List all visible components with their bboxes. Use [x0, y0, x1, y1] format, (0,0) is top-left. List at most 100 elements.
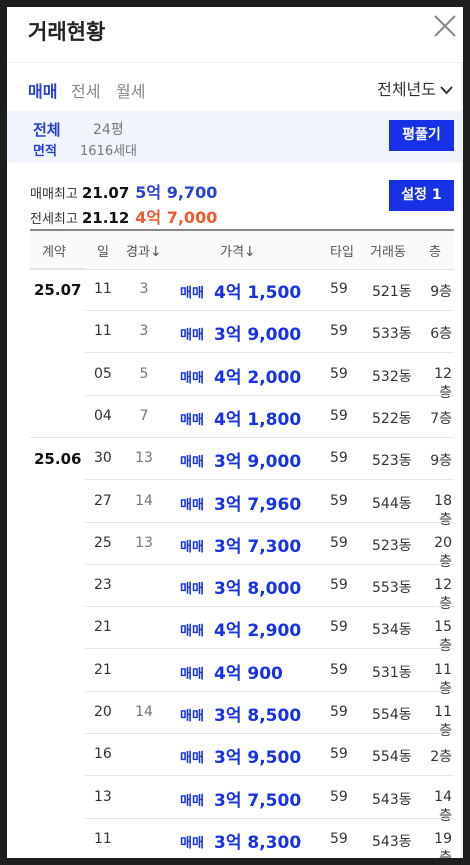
- type-cell: 59: [330, 450, 348, 467]
- sale-high-row: 매매최고 21.07 5억 9,700: [30, 179, 217, 203]
- day-cell: 13: [94, 788, 112, 805]
- sale-high-label: 매매최고: [30, 187, 78, 202]
- dong-cell: 523동: [372, 537, 412, 554]
- type-cell: 59: [330, 577, 348, 594]
- jeonse-high-row: 전세최고 21.12 4억 7,000: [30, 204, 217, 228]
- deal-type-cell: 매매: [180, 539, 204, 555]
- panel-title: 거래현황: [28, 20, 106, 44]
- table-row[interactable]: 11 매매 3억 8,300 59 543동 19층: [30, 819, 454, 858]
- price-cell: 4억 900: [214, 663, 283, 684]
- elapsed-cell: 14: [135, 492, 153, 509]
- price-cell: 4억 2,000: [214, 367, 302, 388]
- dong-cell: 532동: [372, 368, 412, 385]
- elapsed-cell: 13: [135, 534, 153, 551]
- type-cell: 59: [330, 365, 348, 382]
- table-row[interactable]: 11 3 매매 3억 9,000 59 533동 6층: [30, 311, 454, 354]
- area-households: 1616세대: [80, 144, 138, 159]
- header-elapsed[interactable]: 경과↓: [126, 241, 162, 260]
- floor-cell: 2층: [430, 749, 452, 766]
- tab-jeonse[interactable]: 전세: [71, 78, 100, 102]
- table-row[interactable]: 23 매매 3억 8,000 59 553동 12층: [30, 565, 454, 612]
- floor-cell: 9층: [430, 284, 452, 300]
- deal-type-tabs: 매매 전세 월세 전체년도: [7, 71, 463, 107]
- year-select-label: 전체년도: [377, 80, 436, 99]
- dong-cell: 531동: [372, 664, 412, 681]
- day-cell: 27: [94, 492, 112, 509]
- day-cell: 30: [94, 450, 112, 467]
- table-row[interactable]: 13 매매 3억 7,500 59 543동 14층: [30, 777, 454, 824]
- deal-type-cell: 매매: [180, 286, 204, 301]
- price-cell: 4억 2,900: [214, 621, 302, 642]
- price-cell: 4억 1,500: [214, 283, 302, 303]
- table-row[interactable]: 25 13 매매 3억 7,300 59 523동 20층: [30, 523, 454, 570]
- deal-type-cell: 매매: [180, 624, 204, 640]
- table-header: 계약 일 경과↓ 가격↓ 타입 거래동 층: [30, 229, 454, 270]
- header-dong: 거래동: [370, 245, 406, 260]
- table-row[interactable]: 16 매매 3억 9,500 59 554동 2층: [30, 734, 454, 777]
- floor-cell: 19층: [434, 830, 452, 858]
- dong-cell: 553동: [372, 580, 412, 597]
- price-cell: 3억 7,300: [214, 536, 302, 557]
- header-price-label: 가격: [220, 245, 244, 260]
- elapsed-cell: 13: [135, 450, 153, 467]
- tab-monthly[interactable]: 월세: [116, 78, 145, 102]
- jeonse-high-date: 21.12: [81, 209, 130, 227]
- dong-cell: 534동: [372, 622, 412, 639]
- table-row[interactable]: 27 14 매매 3억 7,960 59 544동 18층: [30, 481, 454, 528]
- type-cell: 59: [330, 323, 348, 340]
- deal-type-cell: 매매: [180, 751, 204, 767]
- table-row[interactable]: 21 매매 4억 2,900 59 534동 15층: [30, 607, 454, 654]
- dong-cell: 554동: [372, 749, 412, 766]
- type-cell: 59: [330, 619, 348, 636]
- type-cell: 59: [330, 407, 348, 424]
- sort-down-icon: ↓: [243, 244, 256, 260]
- jeonse-high-price: 4억 7,000: [135, 208, 218, 227]
- price-cell: 3억 7,500: [214, 790, 302, 811]
- deal-type-cell: 매매: [180, 497, 204, 513]
- month-divider: [30, 437, 85, 439]
- dong-cell: 523동: [372, 453, 412, 470]
- type-cell: 59: [330, 788, 348, 805]
- price-cell: 3억 9,000: [214, 452, 302, 473]
- elapsed-cell: 5: [139, 365, 149, 382]
- deal-type-cell: 매매: [180, 328, 204, 344]
- header-elapsed-label: 경과: [126, 245, 150, 260]
- dong-cell: 543동: [372, 833, 412, 850]
- deal-type-cell: 매매: [180, 709, 204, 724]
- deal-type-cell: 매매: [180, 582, 204, 598]
- table-row[interactable]: 25.07 11 3 매매 4억 1,500 59 521동 9층: [30, 268, 454, 311]
- tab-sale[interactable]: 매매: [28, 78, 57, 102]
- panel-header: 거래현황: [7, 7, 463, 63]
- close-icon[interactable]: [432, 13, 458, 39]
- year-select[interactable]: 전체년도: [377, 76, 453, 100]
- area-label-all[interactable]: 전체: [33, 119, 61, 140]
- elapsed-cell: 3: [139, 281, 149, 297]
- day-cell: 20: [94, 704, 112, 720]
- type-cell: 59: [330, 661, 348, 678]
- deal-type-cell: 매매: [180, 412, 204, 428]
- header-price[interactable]: 가격↓: [220, 241, 256, 260]
- scrollbar-track[interactable]: [461, 62, 463, 858]
- day-cell: 25: [94, 534, 112, 551]
- deal-type-cell: 매매: [180, 835, 204, 851]
- price-cell: 3억 8,300: [214, 832, 302, 853]
- pyeong-toggle-button[interactable]: 평풀기: [389, 120, 454, 151]
- day-cell: 05: [94, 365, 112, 382]
- table-row[interactable]: 21 매매 4억 900 59 531동 11층: [30, 650, 454, 697]
- price-cell: 4억 1,800: [214, 409, 302, 430]
- transaction-panel: 거래현황 매매 전세 월세 전체년도 전체 면적 24평 1616세대 평풀기 …: [7, 7, 463, 858]
- table-row[interactable]: 04 7 매매 4억 1,800 59 522동 7층: [30, 396, 454, 438]
- jeonse-high-label: 전세최고: [30, 212, 78, 227]
- area-pyeong: 24평: [93, 122, 124, 138]
- deal-type-cell: 매매: [180, 455, 204, 471]
- table-row[interactable]: 05 5 매매 4억 2,000 59 532동 12층: [30, 354, 454, 401]
- header-day: 일: [97, 245, 109, 260]
- table-row[interactable]: 20 14 매매 3억 8,500 59 554동 11층: [30, 692, 454, 739]
- table-row[interactable]: 25.06 30 13 매매 3억 9,000 59 523동 9층: [30, 437, 454, 481]
- chevron-down-icon: [436, 80, 453, 99]
- price-cell: 3억 7,960: [214, 494, 302, 515]
- elapsed-cell: 7: [139, 407, 149, 424]
- area-label-size[interactable]: 면적: [33, 140, 57, 159]
- deal-type-cell: 매매: [180, 666, 204, 682]
- settings-button[interactable]: 설정 1: [389, 180, 454, 211]
